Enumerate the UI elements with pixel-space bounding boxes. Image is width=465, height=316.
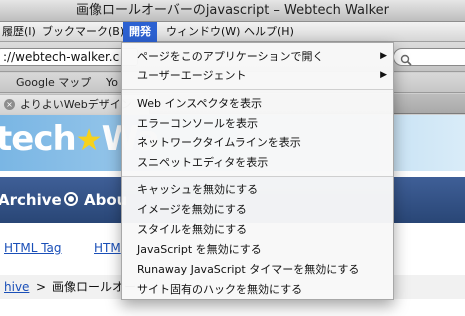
bookmark-item[interactable]: Yo xyxy=(106,73,118,93)
menu-item-label: ページをこのアプリケーションで開く xyxy=(137,50,324,63)
menu-bookmarks[interactable]: ブックマーク(B) xyxy=(36,22,130,42)
radio-icon xyxy=(64,192,78,206)
close-icon[interactable]: × xyxy=(4,99,15,110)
chevron-right-icon: ▶ xyxy=(380,70,387,80)
menu-separator xyxy=(122,89,393,90)
tag-link[interactable]: HTM xyxy=(94,241,121,255)
menu-item-network-timeline[interactable]: ネットワークタイムラインを表示 xyxy=(122,134,393,151)
menu-item-disable-styles[interactable]: スタイルを無効にする xyxy=(122,221,393,238)
tag-link[interactable]: HTML Tag xyxy=(4,241,62,255)
search-field[interactable] xyxy=(393,48,465,66)
window-title: 画像ロールオーバーのjavascript – Webtech Walker xyxy=(0,0,465,22)
bookmark-item[interactable]: Google マップ xyxy=(16,73,91,93)
menubar: 履歴(I) ブックマーク(B) 開発 ウィンドウ(W) ヘルプ(H) xyxy=(0,22,465,42)
menu-help[interactable]: ヘルプ(H) xyxy=(238,22,300,42)
menu-window[interactable]: ウィンドウ(W) xyxy=(160,22,246,42)
menu-item-disable-runaway-timer[interactable]: Runaway JavaScript タイマーを無効にする xyxy=(122,261,393,278)
nav-archive[interactable]: Archive xyxy=(0,191,62,209)
menu-item-snippet-editor[interactable]: スニペットエディタを表示 xyxy=(122,154,393,171)
menu-develop[interactable]: 開発 xyxy=(123,22,157,42)
search-icon xyxy=(400,51,412,70)
breadcrumb-link[interactable]: hive xyxy=(4,275,29,299)
address-field[interactable]: ://webtech-walker.c xyxy=(0,48,138,66)
menu-item-disable-javascript[interactable]: JavaScript を無効にする xyxy=(122,241,393,258)
menu-item-web-inspector[interactable]: Web インスペクタを表示 xyxy=(122,95,393,112)
menu-item-user-agent[interactable]: ユーザーエージェント ▶ xyxy=(122,67,393,84)
star-icon: ★ xyxy=(75,123,103,158)
menu-item-disable-site-hacks[interactable]: サイト固有のハックを無効にする xyxy=(122,281,393,298)
chevron-right-icon: ▶ xyxy=(380,51,387,61)
tab-title: よりよいWebデザイン xyxy=(20,98,132,111)
menu-item-label: ユーザーエージェント xyxy=(137,69,247,82)
breadcrumb-separator: > xyxy=(36,280,47,294)
logo-text: tech xyxy=(0,119,77,159)
menu-item-disable-cache[interactable]: キャッシュを無効にする xyxy=(122,181,393,198)
menu-item-disable-images[interactable]: イメージを無効にする xyxy=(122,201,393,218)
develop-menu: ページをこのアプリケーションで開く ▶ ユーザーエージェント ▶ Web インス… xyxy=(121,42,394,300)
menu-item-error-console[interactable]: エラーコンソールを表示 xyxy=(122,115,393,132)
menu-separator xyxy=(122,176,393,177)
menu-item-open-page-with[interactable]: ページをこのアプリケーションで開く ▶ xyxy=(122,48,393,65)
